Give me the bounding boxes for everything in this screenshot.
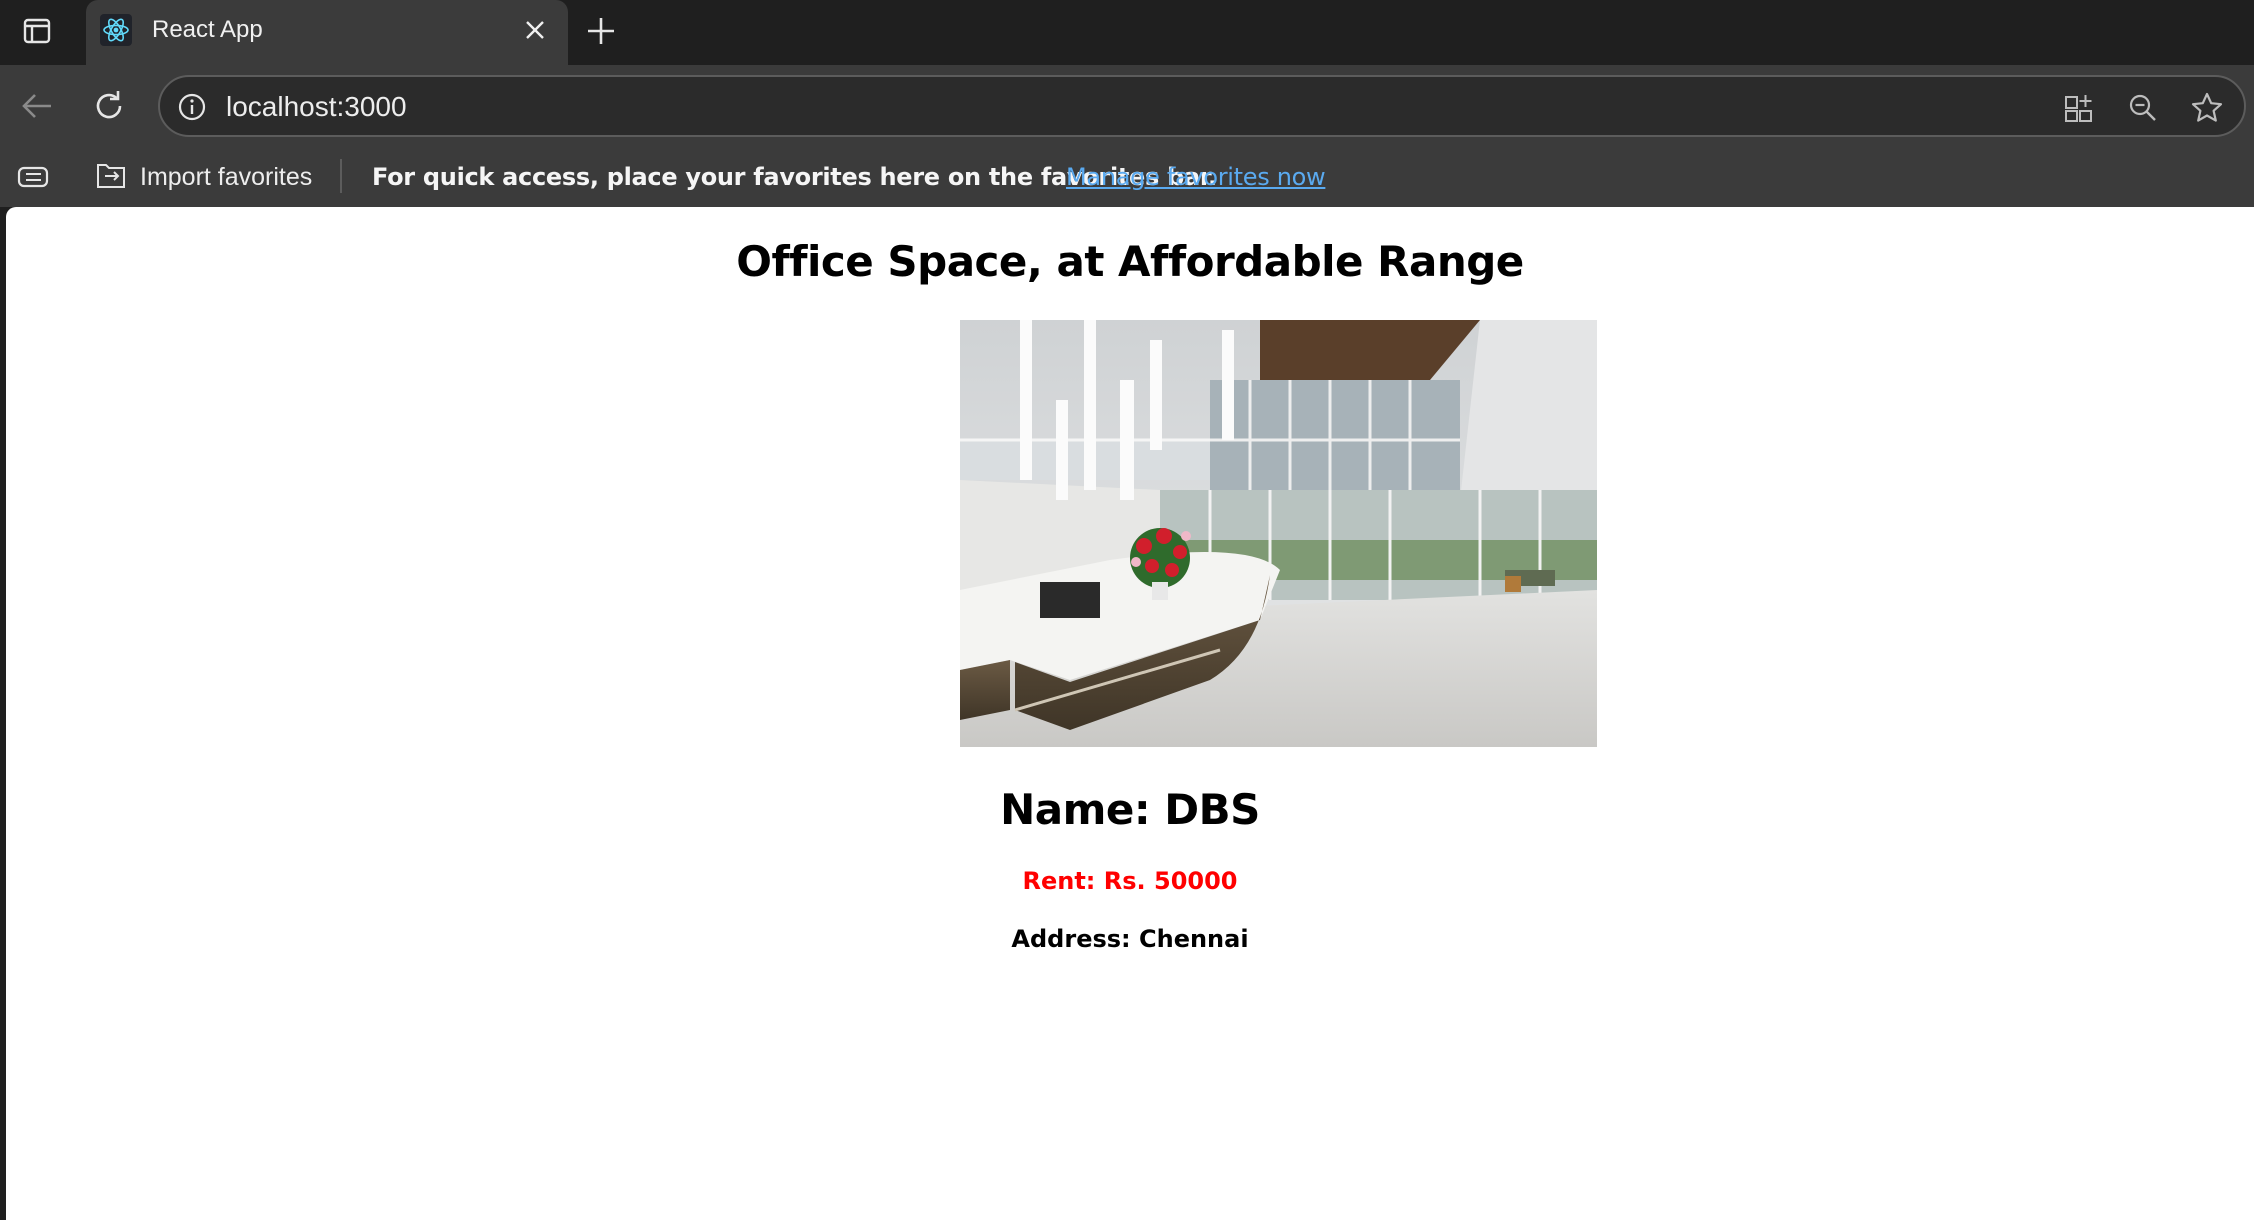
page-viewport: Office Space, at Affordable Range Name: … (6, 207, 2254, 1220)
active-tab[interactable]: React App (86, 0, 568, 65)
browser-toolbar: localhost:3000 (0, 65, 2254, 147)
close-icon[interactable] (520, 15, 550, 45)
import-favorites-button[interactable]: Import favorites (94, 155, 312, 199)
office-address: Address: Chennai (1011, 925, 1249, 953)
office-rent: Rent: Rs. 50000 (1022, 867, 1238, 895)
new-tab-icon[interactable] (582, 12, 620, 50)
url-text: localhost:3000 (226, 91, 407, 122)
tab-strip: React App (0, 0, 2254, 65)
manage-favorites-link[interactable]: Manage favorites now (1066, 160, 1326, 194)
tab-actions-icon[interactable] (20, 14, 54, 48)
import-favorites-icon (94, 159, 128, 195)
site-info-icon[interactable] (176, 91, 208, 123)
refresh-icon[interactable] (88, 85, 130, 127)
app-available-icon[interactable] (2060, 89, 2098, 127)
favorites-menu-icon[interactable] (14, 159, 54, 195)
office-lobby-image (960, 320, 1597, 747)
page-title: Office Space, at Affordable Range (736, 237, 1524, 286)
zoom-out-icon[interactable] (2124, 89, 2162, 127)
favorites-bar: Import favorites For quick access, place… (0, 147, 2254, 207)
office-name: Name: DBS (1000, 785, 1260, 834)
import-favorites-label: Import favorites (140, 162, 313, 191)
favorite-star-icon[interactable] (2188, 89, 2226, 127)
address-bar[interactable]: localhost:3000 (158, 75, 2246, 137)
react-atom-icon (100, 14, 132, 46)
tab-title: React App (152, 16, 263, 43)
favorites-divider (340, 159, 342, 193)
back-arrow-icon[interactable] (16, 85, 58, 127)
